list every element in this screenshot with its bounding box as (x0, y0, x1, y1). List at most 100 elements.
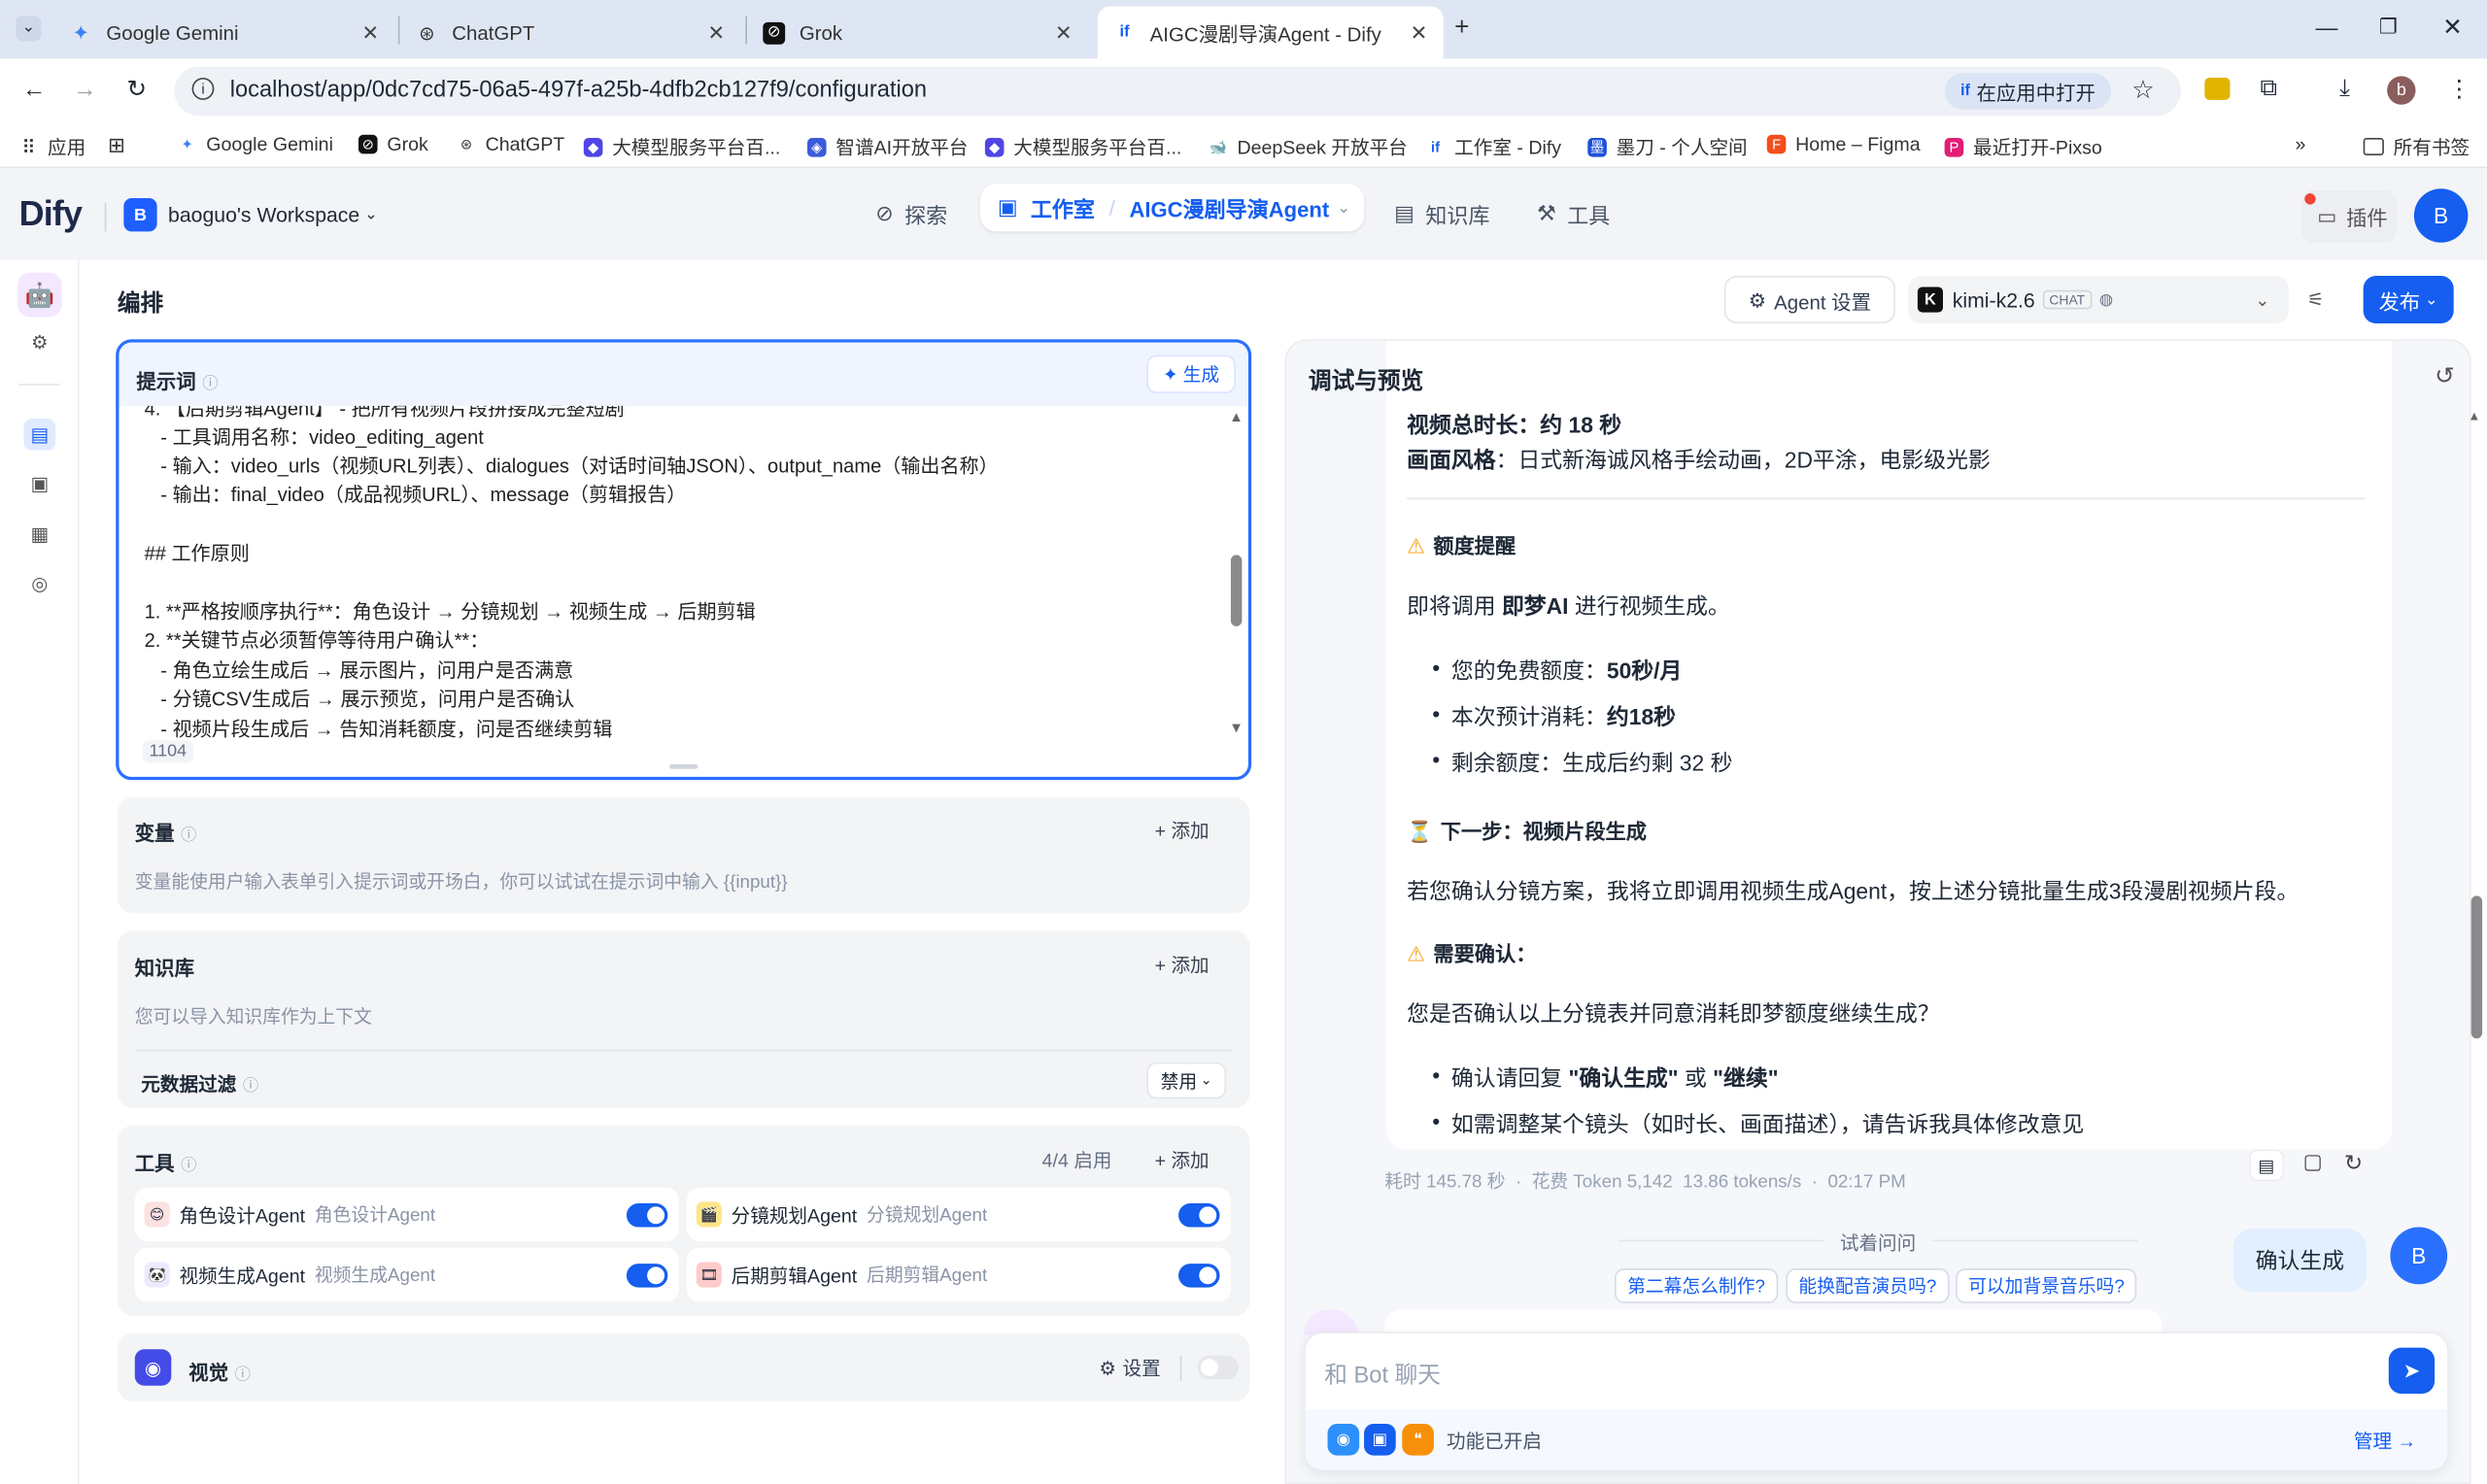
settings-sliders-icon[interactable]: ⚙ (23, 326, 55, 358)
tool-toggle[interactable] (1178, 1203, 1220, 1228)
preview-scroll-up-icon[interactable]: ▲ (2468, 409, 2480, 423)
new-tab-icon[interactable]: + (1454, 15, 1469, 43)
model-params-icon[interactable]: ⚟ (2295, 276, 2335, 323)
close-icon[interactable]: ✕ (1411, 19, 1428, 45)
extension-icon[interactable] (2204, 77, 2231, 100)
copy-icon[interactable]: ▤ (2249, 1149, 2285, 1182)
bookmark-modao[interactable]: 墨墨刀 - 个人空间 (1587, 133, 1748, 160)
close-icon[interactable]: ✕ (707, 19, 725, 45)
tool-item[interactable]: 🎞 后期剪辑Agent 后期剪辑Agent (686, 1247, 1231, 1302)
tab-grok[interactable]: ⊘ Grok ✕ (763, 7, 1088, 59)
tab-chatgpt[interactable]: ⊛ ChatGPT ✕ (416, 7, 741, 59)
star-icon[interactable]: ☆ (2131, 75, 2154, 107)
bookmark-pixso[interactable]: P 最近打开-Pixso (1944, 133, 2102, 160)
tool-toggle[interactable] (1178, 1264, 1220, 1288)
back-icon[interactable]: ← (22, 76, 46, 103)
profile-avatar[interactable]: b (2387, 76, 2416, 105)
scroll-down-icon[interactable]: ▼ (1229, 720, 1244, 735)
address-bar[interactable]: i localhost/app/0dc7cd75-06a5-497f-a25b-… (174, 66, 2181, 117)
model-selector[interactable]: K kimi-k2.6 CHAT ◍ ⌄ (1908, 276, 2289, 324)
publish-button[interactable]: 发布 ⌄ (2363, 276, 2454, 324)
app-selector[interactable]: AIGC漫剧导演Agent (1129, 192, 1329, 224)
more-bookmarks-icon[interactable]: » (2295, 133, 2305, 155)
user-avatar[interactable]: B (2413, 188, 2469, 243)
msg-style: 画面风格：日式新海诚风格手绘动画，2D平涂，电影级光影 (1407, 447, 1991, 473)
resize-handle[interactable] (668, 763, 698, 769)
vision-toggle[interactable] (1197, 1355, 1240, 1380)
bookmark-qianfan-1[interactable]: ◆ 大模型服务平台百... (583, 133, 780, 160)
nav-explore[interactable]: ⊘ 探索 (875, 198, 947, 230)
scrollbar-thumb[interactable] (1230, 555, 1243, 626)
api-icon[interactable]: ▣ (23, 468, 55, 500)
puzzle-icon[interactable]: ⧉ (2261, 75, 2277, 102)
open-in-app-button[interactable]: if 在应用中打开 (1944, 73, 2112, 110)
dify-logo[interactable]: Dify (19, 193, 83, 234)
tool-item[interactable]: 😊 角色设计Agent 角色设计Agent (134, 1187, 679, 1242)
tool-item[interactable]: 🐼 视频生成Agent 视频生成Agent (134, 1247, 679, 1302)
tab-dify[interactable]: if AIGC漫剧导演Agent - Dify ✕ (1097, 6, 1444, 59)
metadata-filter-select[interactable]: 禁用 ⌄ (1146, 1062, 1227, 1099)
msg-quota-intro: 即将调用 即梦AI 进行视频生成。 (1407, 592, 1730, 619)
window-close-icon[interactable]: ✕ (2442, 13, 2463, 42)
site-info-icon[interactable]: i (191, 77, 215, 100)
apps-grid-icon: ⠿ (21, 135, 36, 158)
bookmark-qianfan-2[interactable]: ◆ 大模型服务平台百... (984, 133, 1181, 160)
bookmark-dify[interactable]: if 工作室 - Dify (1426, 133, 1561, 160)
app-icon[interactable]: 🤖 (17, 272, 62, 318)
chevron-down-icon: ⌄ (1200, 1071, 1212, 1088)
clipboard-icon[interactable]: ▢ (2303, 1150, 2323, 1175)
preview-scrollbar-thumb[interactable] (2470, 895, 2483, 1039)
bookmark-chatgpt[interactable]: ⊛ ChatGPT (457, 133, 564, 155)
vision-settings-button[interactable]: ⚙ 设置 (1099, 1354, 1160, 1381)
monitor-icon[interactable]: ◎ (23, 567, 55, 599)
chat-input[interactable]: 和 Bot 聊天 (1324, 1357, 2371, 1390)
forward-icon[interactable]: → (73, 76, 96, 103)
add-knowledge-button[interactable]: + 添加 (1155, 951, 1209, 978)
minimize-icon[interactable]: — (2316, 15, 2338, 40)
restore-icon[interactable]: ❐ (2379, 15, 2398, 40)
url-text[interactable]: localhost/app/0dc7cd75-06a5-497f-a25b-4d… (230, 78, 927, 103)
regenerate-icon[interactable]: ↻ (2344, 1150, 2363, 1177)
workspace-switcher[interactable]: B baoguo's Workspace ⌄ (123, 198, 378, 232)
warning-icon: ⚠ (1407, 941, 1426, 966)
bookmark-gemini[interactable]: ✦ Google Gemini (178, 133, 332, 155)
suggested-question[interactable]: 第二幕怎么制作? (1615, 1267, 1779, 1303)
bookmark-figma[interactable]: F Home – Figma (1766, 133, 1921, 155)
add-variable-button[interactable]: + 添加 (1155, 817, 1209, 844)
nav-tools[interactable]: ⚒ 工具 (1537, 198, 1610, 230)
close-icon[interactable]: ✕ (1055, 19, 1073, 45)
add-tool-button[interactable]: + 添加 (1155, 1146, 1209, 1173)
nav-knowledge[interactable]: ▤ 知识库 (1394, 198, 1489, 230)
tool-toggle[interactable] (626, 1203, 668, 1228)
menu-icon[interactable]: ⋮ (2447, 75, 2470, 103)
logs-icon[interactable]: ▦ (23, 519, 55, 551)
plugins-button[interactable]: ▭ 插件 (2300, 189, 2397, 243)
tab-gemini[interactable]: ✦ Google Gemini ✕ (70, 7, 395, 59)
tab-search-icon[interactable]: ⌄ (16, 16, 42, 42)
bookmark-apps[interactable]: ⠿ 应用 (19, 133, 86, 160)
tab-groups-icon[interactable]: ⊞ (108, 133, 125, 158)
scroll-up-icon[interactable]: ▲ (1229, 409, 1244, 424)
all-bookmarks[interactable]: 所有书签 (2363, 133, 2470, 160)
download-icon[interactable]: ⤓ (2339, 75, 2350, 102)
bookmark-deepseek[interactable]: 🐋 DeepSeek 开放平台 (1209, 133, 1408, 160)
close-icon[interactable]: ✕ (361, 19, 379, 45)
tool-toggle[interactable] (626, 1264, 668, 1288)
generate-button[interactable]: ✦ 生成 (1146, 354, 1236, 393)
reload-icon[interactable]: ↻ (127, 75, 148, 103)
send-button[interactable]: ➤ (2388, 1347, 2436, 1394)
suggested-question[interactable]: 能换配音演员吗? (1786, 1267, 1950, 1303)
chevron-down-icon: ⌄ (2425, 290, 2438, 309)
agent-settings-button[interactable]: ⚙ Agent 设置 (1723, 276, 1896, 324)
vision-label: 视觉 ⓘ (188, 1362, 251, 1385)
manage-features-link[interactable]: 管理 → (2354, 1427, 2416, 1454)
orchestrate-icon[interactable]: ▤ (23, 418, 56, 451)
prompt-editor[interactable]: 4. 【后期剪辑Agent】 - 把所有视频片段拼接成完整短剧 - 工具调用名称… (119, 406, 1229, 742)
bookmark-grok[interactable]: ⊘ Grok (358, 133, 428, 155)
nav-studio[interactable]: ▣ 工作室 / AIGC漫剧导演Agent ⌄ (979, 184, 1365, 232)
suggested-question[interactable]: 可以加背景音乐吗? (1956, 1267, 2137, 1303)
knowledge-card: 知识库 + 添加 您可以导入知识库作为上下文 元数据过滤 ⓘ 禁用 ⌄ (117, 930, 1250, 1109)
restart-icon[interactable]: ↺ (2435, 361, 2455, 390)
bookmark-zhipu[interactable]: ◈ 智谱AI开放平台 (807, 133, 968, 160)
tool-item[interactable]: 🎬 分镜规划Agent 分镜规划Agent (686, 1187, 1231, 1242)
